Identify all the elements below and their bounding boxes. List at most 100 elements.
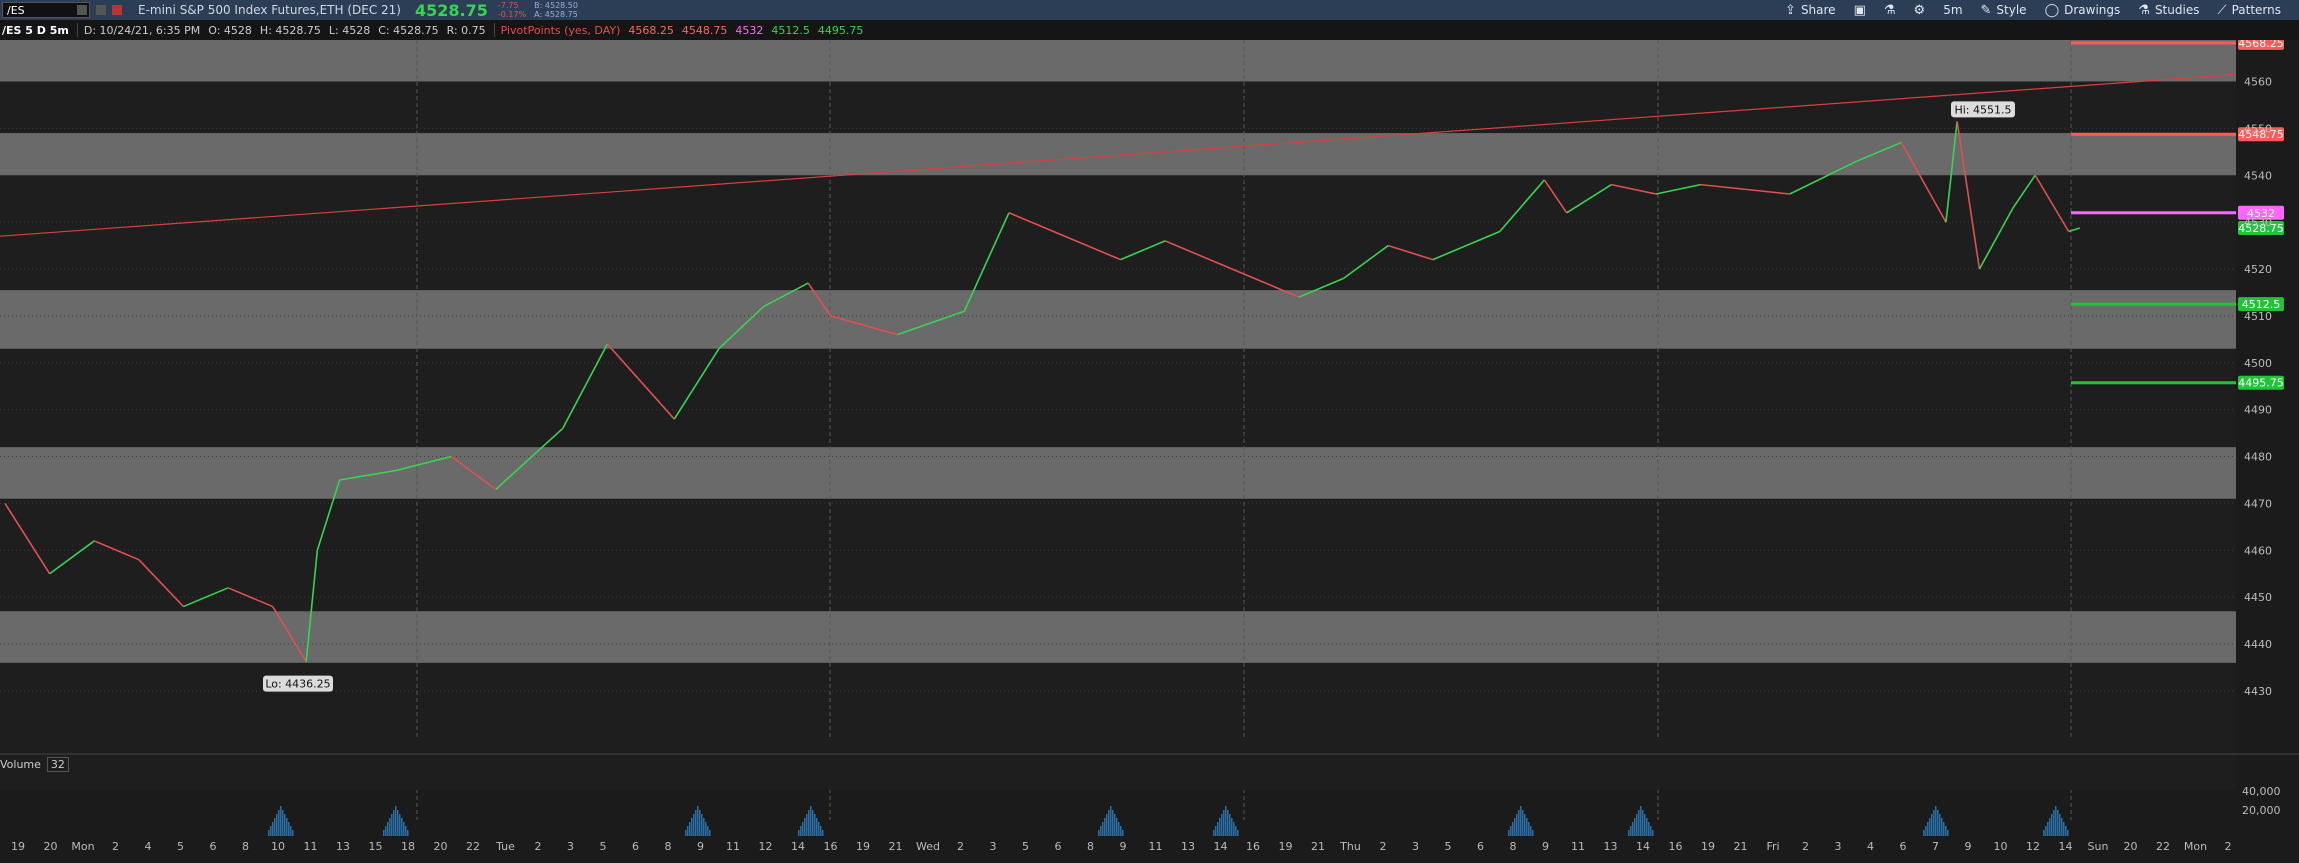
volume-bar [1223,810,1225,836]
time-axis-label: 6 [632,840,639,853]
time-axis-label: 13 [1181,840,1195,853]
time-axis-label: 11 [1571,840,1585,853]
volume-bar [1628,830,1630,836]
volume-bar [1945,826,1947,836]
drawings-button[interactable]: ◯ Drawings [2045,3,2121,18]
flask-button[interactable]: ⚗ [1884,3,1896,18]
bar-close: C: 4528.75 [378,23,439,37]
volume-bar [393,810,395,836]
volume-bar [699,810,701,836]
volume-bar [288,822,290,836]
volume-bar [2067,830,2069,836]
volume-bar [1518,810,1520,836]
volume-bar [1640,806,1642,836]
volume-bar [278,810,280,836]
volume-bar [1532,830,1534,836]
price-chart[interactable]: 4568.254548.7545324512.54495.754528.7545… [0,40,2299,863]
volume-bar [705,822,707,836]
volume-bar [701,814,703,836]
time-axis-label: 21 [1311,840,1325,853]
time-axis-label: 4 [1867,840,1874,853]
symbol-selector[interactable]: /ES [2,2,90,18]
price-axis-label: 4430 [2244,685,2272,698]
volume-bar [282,810,284,836]
time-axis-label: 3 [990,840,997,853]
volume-bar [1100,826,1102,836]
time-axis-label: 15 [369,840,383,853]
study-name[interactable]: PivotPoints (yes, DAY) [501,24,621,37]
share-button[interactable]: ⇪ Share [1785,3,1836,18]
volume-bar [812,810,814,836]
time-axis-label: 16 [1246,840,1260,853]
volume-bar [1636,814,1638,836]
volume-bar [1114,814,1116,836]
time-axis-label: 13 [1604,840,1618,853]
time-axis-label: 20 [2124,840,2138,853]
time-axis-label: 7 [1932,840,1939,853]
pivot-p-value: 4532 [735,23,764,37]
volume-bar [1235,826,1237,836]
price-axis-label: 4510 [2244,310,2272,323]
volume-bar [2055,806,2057,836]
volume-bar [1516,814,1518,836]
style-icon: ✎ [1980,2,1992,18]
volume-bar [707,826,709,836]
volume-bar [1632,822,1634,836]
time-axis-label: 2 [2225,840,2232,853]
volume-bar [689,822,691,836]
volume-bar [1927,822,1929,836]
time-axis-label: Sun [2088,840,2109,853]
link-icon[interactable] [96,5,106,15]
interval-button[interactable]: 5m [1943,3,1962,17]
instrument-title: E-mini S&P 500 Index Futures,ETH (DEC 21… [138,3,401,17]
time-axis-label: 14 [1636,840,1650,853]
pattern-icon: ⟋ [2217,2,2227,18]
time-axis-label: 19 [11,840,25,853]
volume-bar [820,826,822,836]
time-axis-label: 8 [1087,840,1094,853]
pivot-r2-value: 4568.25 [628,23,674,37]
top-toolbar: /ES E-mini S&P 500 Index Futures,ETH (DE… [0,0,2299,20]
volume-bar [397,810,399,836]
time-axis-label: Mon [71,840,94,853]
volume-bar [286,818,288,836]
time-axis-label: Tue [495,840,515,853]
volume-bar [1933,810,1935,836]
time-axis-label: 14 [1214,840,1228,853]
share-icon: ⇪ [1785,2,1796,18]
volume-bar [806,814,808,836]
volume-bar [1524,814,1526,836]
volume-bar [1935,806,1937,836]
time-axis-label: 2 [535,840,542,853]
volume-bar [270,826,272,836]
time-axis-label: 4 [145,840,152,853]
volume-bar [1108,810,1110,836]
time-axis-label: 6 [1477,840,1484,853]
ask-value: A: 4528.75 [534,10,578,19]
settings-button[interactable]: ⚙ [1914,3,1926,18]
time-axis-label: 5 [1445,840,1452,853]
volume-bar [818,822,820,836]
support-resistance-band [0,133,2236,176]
support-resistance-band [0,40,2236,82]
volume-bar [1941,818,1943,836]
style-button[interactable]: ✎ Style [1981,3,2027,18]
volume-bar [276,814,278,836]
snapshot-button[interactable]: ▣ [1854,3,1866,18]
volume-bar [1120,826,1122,836]
time-axis-label: 8 [665,840,672,853]
chevron-down-icon[interactable] [77,5,87,15]
volume-bar [804,818,806,836]
patterns-button[interactable]: ⟋ Patterns [2217,3,2281,18]
studies-button[interactable]: ⚗ Studies [2138,3,2199,18]
volume-bar [687,826,689,836]
time-axis-label: 22 [2156,840,2170,853]
volume-bar [1937,810,1939,836]
volume-bar [1929,818,1931,836]
time-axis-label: 14 [791,840,805,853]
volume-axis-label: 40,000 [2242,785,2281,798]
alert-icon[interactable] [112,5,122,15]
bar-date: D: 10/24/21, 6:35 PM [83,23,201,37]
volume-bar [693,814,695,836]
price-axis-label: 4440 [2244,638,2272,651]
